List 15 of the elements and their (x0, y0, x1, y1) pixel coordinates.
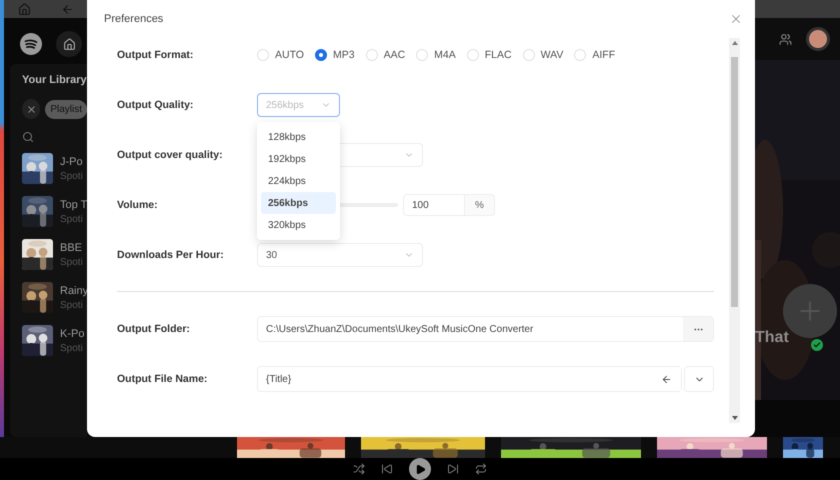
dialog-title: Preferences (104, 13, 164, 25)
setting-label: Volume: (117, 199, 159, 211)
setting-label: Output Format: (117, 49, 194, 61)
playlist-owner: Spoti (60, 256, 83, 268)
setting-label: Output Quality: (117, 99, 194, 111)
setting-label: Output cover quality: (117, 149, 224, 161)
library-title: Your Library (22, 74, 87, 86)
setting-label: Output Folder: (117, 323, 191, 335)
setting-label: Downloads Per Hour: (117, 249, 225, 261)
playlist-owner: Spoti (60, 214, 84, 224)
setting-label: Output File Name: (117, 373, 208, 385)
playlist-owner: Spoti (60, 342, 84, 354)
playlist-owner: Spoti (60, 170, 83, 182)
playlist-owner: Spoti (60, 300, 84, 310)
unit-label: % (465, 194, 495, 216)
